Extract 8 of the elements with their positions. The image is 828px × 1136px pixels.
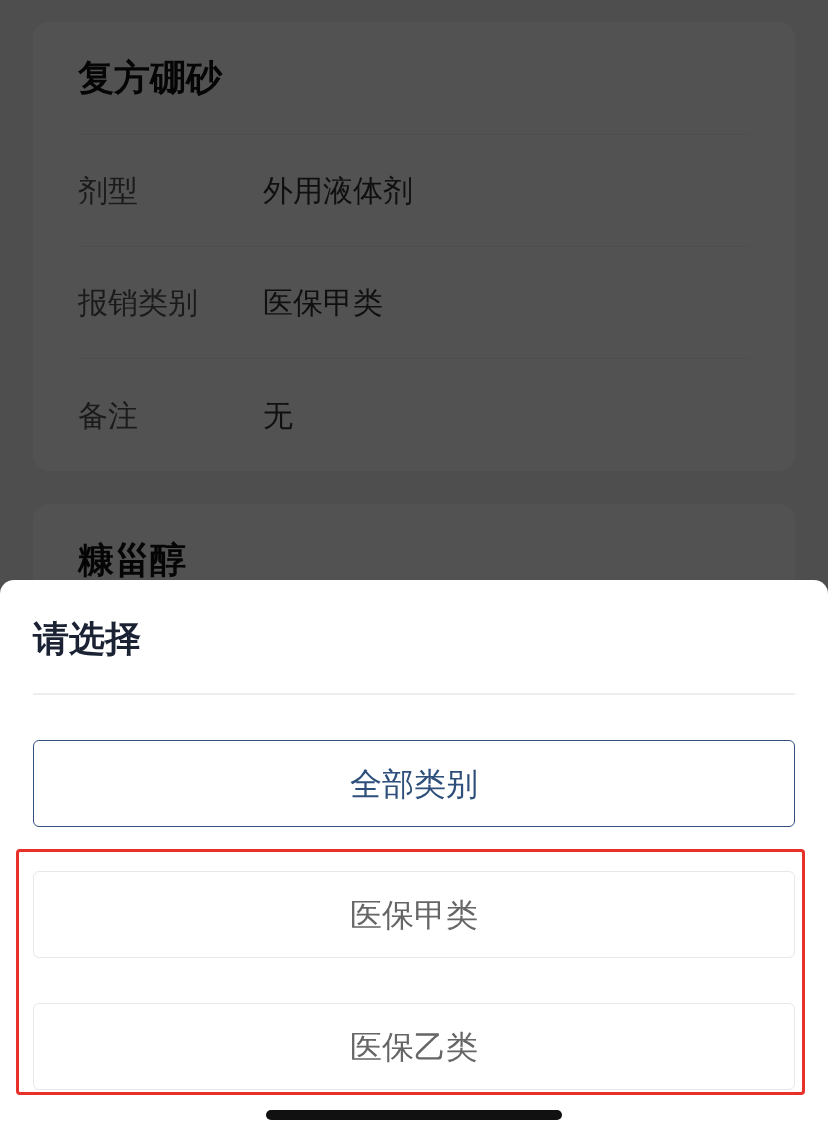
drug-name: 复方硼砂 xyxy=(78,22,750,135)
option-button[interactable]: 医保甲类 xyxy=(33,871,795,958)
sheet-title: 请选择 xyxy=(33,580,795,695)
field-value: 外用液体剂 xyxy=(263,172,413,210)
option-button[interactable]: 全部类别 xyxy=(33,740,795,827)
option-button[interactable]: 医保乙类 xyxy=(33,1003,795,1090)
field-value: 医保甲类 xyxy=(263,284,383,322)
field-value: 无 xyxy=(263,396,293,435)
